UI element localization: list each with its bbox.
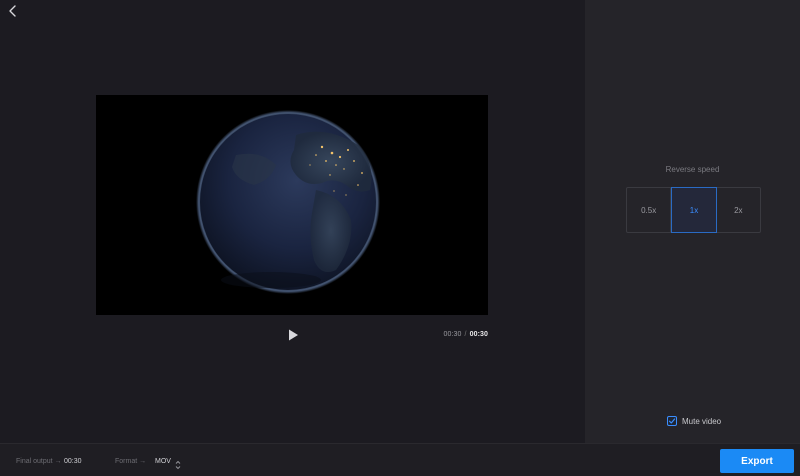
time-separator: / [464, 331, 467, 338]
select-arrows-icon[interactable] [175, 457, 181, 470]
speed-selector: 0.5x 1x 2x [626, 187, 761, 233]
format-select[interactable]: MOV [155, 458, 171, 465]
format-label: Format → [115, 458, 147, 465]
mute-video-label: Mute video [682, 416, 722, 426]
final-output-value: 00:30 [64, 458, 82, 465]
speed-option-0-5x[interactable]: 0.5x [627, 188, 672, 232]
chevron-left-icon [9, 5, 16, 17]
editor-main-area: 00:30/00:30 [0, 0, 585, 443]
footer-bar: Final output → 00:30 Format → MOV [0, 443, 800, 476]
mute-video-checkbox[interactable]: Mute video [667, 416, 721, 426]
final-output-label: Final output → [16, 458, 62, 465]
total-time: 00:30 [469, 331, 488, 338]
play-icon [289, 329, 298, 341]
video-preview[interactable] [96, 95, 488, 315]
speed-option-1x[interactable]: 1x [671, 187, 717, 233]
play-button[interactable] [286, 328, 300, 342]
back-button[interactable] [6, 4, 20, 18]
video-frame-earth [96, 95, 488, 315]
settings-sidebar: Reverse speed 0.5x 1x 2x Mute video [585, 0, 800, 443]
checkbox-box[interactable] [667, 416, 677, 426]
checkmark-icon [668, 418, 676, 424]
speed-title: Reverse speed [665, 165, 720, 174]
speed-option-2x[interactable]: 2x [717, 188, 760, 232]
export-button[interactable]: Export [720, 449, 794, 473]
current-time: 00:30 [443, 331, 462, 338]
time-display: 00:30/00:30 [444, 331, 488, 338]
